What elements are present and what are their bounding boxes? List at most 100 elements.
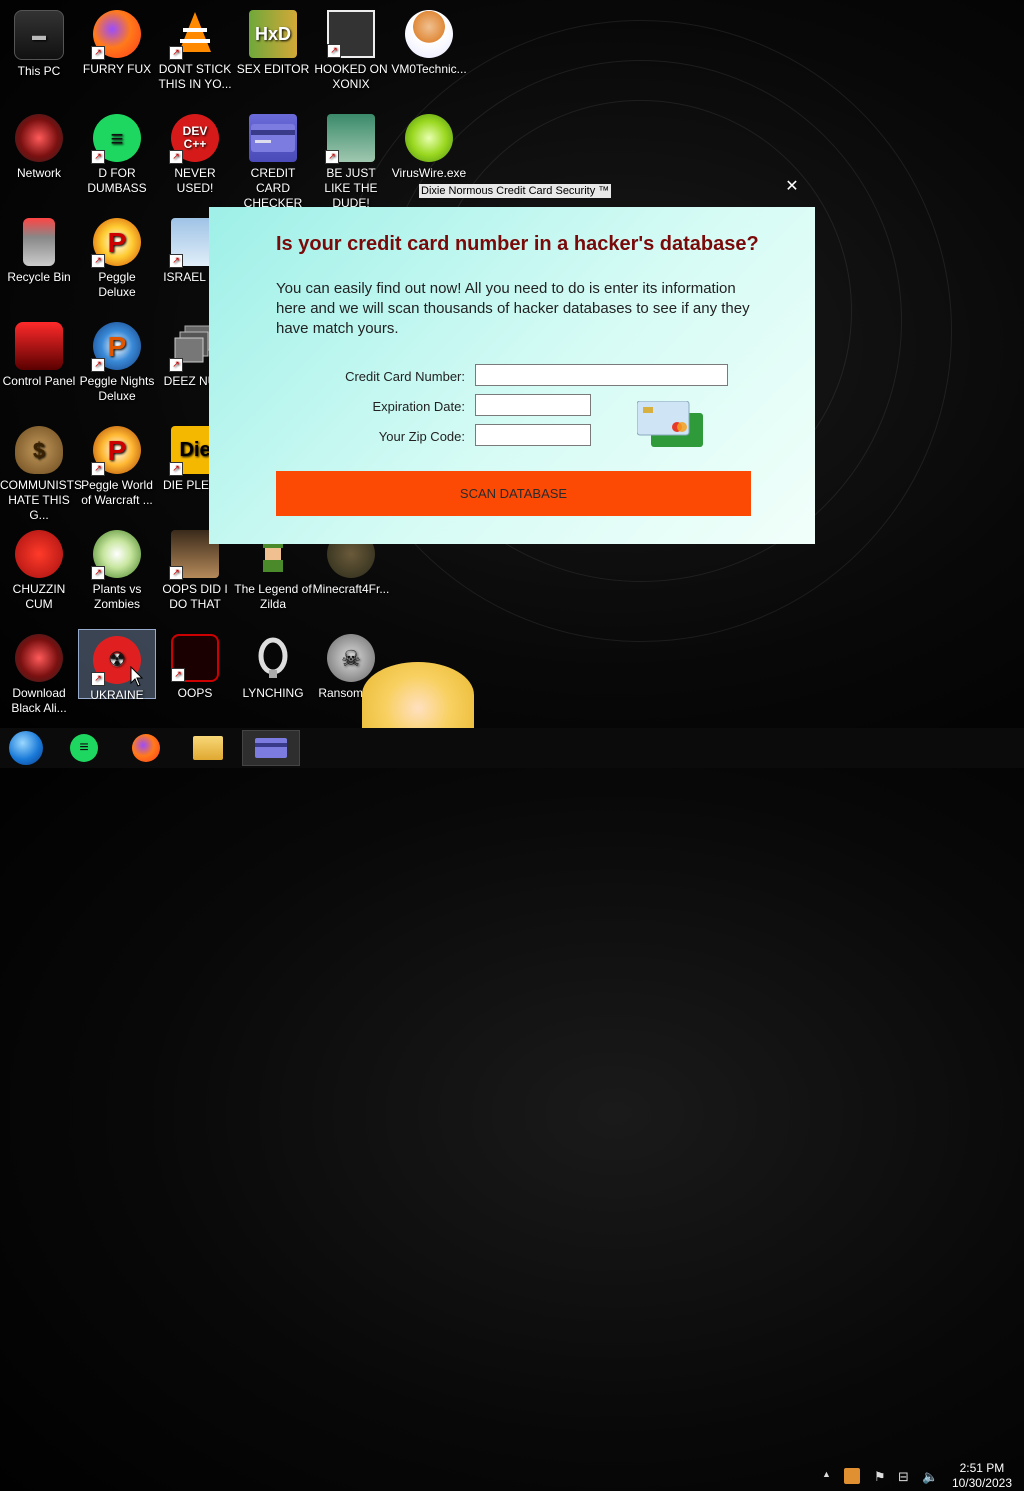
scan-database-button[interactable]: SCAN DATABASE	[276, 471, 751, 516]
firefox-icon[interactable]	[126, 730, 166, 766]
desktop-icon-label: Network	[16, 166, 61, 180]
desktop-icon-this-pc[interactable]: ▬ This PC	[0, 4, 78, 104]
credit-card-security-panel: Is your credit card number in a hacker's…	[209, 207, 815, 544]
desktop-icon-hooked-on-xonix[interactable]: ↗ HOOKED ON XONIX	[312, 4, 390, 104]
chuzzle-icon	[15, 530, 63, 578]
desktop-icon-label: DONT STICK THIS IN YO...	[158, 62, 232, 91]
peggle-nights-icon: P ↗	[91, 322, 141, 372]
control-panel-icon	[15, 322, 63, 370]
intro-text: You can easily find out now! All you nee…	[276, 280, 750, 337]
firefox-icon: ↗	[91, 10, 141, 60]
desktop-icon-peggle-wow[interactable]: P ↗ Peggle World of Warcraft ...	[78, 420, 156, 520]
desktop-icon-label: The Legend of Zilda	[234, 582, 312, 611]
desktop-icon-dont-stick[interactable]: ↗ DONT STICK THIS IN YO...	[156, 4, 234, 104]
clock[interactable]: 2:51 PM 10/30/2023	[952, 1461, 1012, 1491]
credit-cards-icon	[637, 401, 703, 447]
desktop-icon-label: Plants vs Zombies	[92, 582, 142, 611]
volume-icon[interactable]: 🔈	[922, 1469, 938, 1485]
technician-icon	[405, 10, 453, 58]
dude-icon: ↗	[325, 114, 375, 164]
desktop-icon-label: OOPS	[177, 686, 213, 700]
computer-icon: ▬	[14, 10, 64, 60]
desktop-icon-label: Control Panel	[2, 374, 76, 388]
expiration-date-label: Expiration Date:	[372, 399, 466, 414]
desktop-icon-label: COMMUNISTS HATE THIS G...	[0, 478, 82, 522]
start-orb-icon[interactable]	[6, 730, 46, 766]
desktop-icon-credit-card-checker[interactable]: CREDIT CARD CHECKER	[234, 108, 312, 210]
desktop-icon-label: VM0Technic...	[391, 62, 467, 76]
peggle-icon: P ↗	[91, 218, 141, 268]
clock-time: 2:51 PM	[959, 1461, 1005, 1475]
credit-card-icon	[249, 114, 297, 162]
desktop-icon-label: HOOKED ON XONIX	[314, 62, 388, 91]
desktop-icon-label: UKRAINE	[90, 688, 144, 702]
desktop-icon-lynching[interactable]: LYNCHING	[234, 628, 312, 728]
desktop-icon-label: FURRY FUX	[82, 62, 152, 76]
flag-icon[interactable]: ⚑	[874, 1469, 886, 1485]
desktop-icon-label: VirusWire.exe	[391, 166, 467, 180]
taskbar: ≡ ▲ ⚑ ⊟ 🔈 2:51 PM 10/30/2023	[0, 728, 1024, 1490]
desktop-icon-network[interactable]: Network	[0, 108, 78, 208]
credit-card-app-taskbar-button[interactable]	[242, 730, 300, 766]
network-icon[interactable]: ⊟	[898, 1469, 909, 1485]
app-tray-icon[interactable]	[844, 1468, 860, 1484]
desktop-icon-pvz[interactable]: ↗ Plants vs Zombies	[78, 524, 156, 624]
desktop-icon-never-used[interactable]: DEV C++ ↗ NEVER USED!	[156, 108, 234, 208]
desktop-icon-label: Peggle Nights Deluxe	[79, 374, 155, 403]
oops-icon: ↗	[171, 634, 219, 682]
plants-vs-zombies-icon: ↗	[91, 530, 141, 580]
desktop-icon-label: Minecraft4Fr...	[312, 582, 390, 596]
desktop-icon-ukraine[interactable]: ☢ ↗ UKRAINE	[78, 629, 156, 702]
close-icon[interactable]: ✕	[783, 178, 801, 196]
desktop-icon-peggle-nights[interactable]: P ↗ Peggle Nights Deluxe	[78, 316, 156, 416]
limewire-icon	[405, 114, 453, 162]
file-explorer-icon[interactable]	[188, 730, 228, 766]
desktop-icon-label: LYNCHING	[242, 686, 304, 700]
desktop-icon-control-panel[interactable]: Control Panel	[0, 316, 78, 416]
notes-app-icon[interactable]: ≡	[64, 730, 104, 766]
mouse-cursor-icon	[130, 666, 144, 687]
money-bag-icon: $	[15, 426, 63, 474]
credit-card-app-icon	[255, 738, 287, 758]
desktop-icon-label: OOPS DID I DO THAT	[162, 582, 228, 611]
desktop-icon-label: NEVER USED!	[174, 166, 216, 195]
desktop-icon-communists[interactable]: $ COMMUNISTS HATE THIS G...	[0, 420, 82, 522]
cartoon-character-image	[362, 662, 474, 728]
desktop-icon-furry-fux[interactable]: ↗ FURRY FUX	[78, 4, 156, 104]
clock-date: 10/30/2023	[951, 1476, 1012, 1490]
card-number-input[interactable]	[475, 364, 728, 386]
hex-editor-icon: HxD	[249, 10, 297, 58]
desktop-icon-sex-editor[interactable]: HxD SEX EDITOR	[234, 4, 312, 104]
desktop-icon-be-just-like-the-dude[interactable]: ↗ BE JUST LIKE THE DUDE!	[312, 108, 390, 210]
desktop-icon-label: Download Black Ali...	[11, 686, 67, 715]
spotify-icon: ≡ ↗	[91, 114, 141, 164]
desktop-icon-oops[interactable]: ↗ OOPS	[156, 628, 234, 728]
xonix-icon: ↗	[327, 10, 375, 58]
desktop-icon-peggle-deluxe[interactable]: P ↗ Peggle Deluxe	[78, 212, 156, 312]
desktop-icon-label: Peggle World of Warcraft ...	[81, 478, 153, 507]
desktop-icon-chuzzin[interactable]: CHUZZIN CUM	[0, 524, 78, 624]
card-number-label: Credit Card Number:	[345, 369, 465, 384]
desktop-icon-label: CHUZZIN CUM	[12, 582, 66, 611]
alien-icon	[15, 634, 63, 682]
app-window-title[interactable]: Dixie Normous Credit Card Security ™	[419, 184, 612, 198]
tray-overflow-chevron-icon[interactable]: ▲	[822, 1469, 831, 1479]
desktop-icon-label: D FOR DUMBASS	[87, 166, 147, 195]
desktop-icon-download-black[interactable]: Download Black Ali...	[0, 628, 78, 728]
expiration-date-input[interactable]	[475, 394, 591, 416]
peggle-wow-icon: P ↗	[91, 426, 141, 476]
vlc-cone-icon: ↗	[169, 10, 219, 60]
zip-code-label: Your Zip Code:	[378, 429, 465, 444]
desktop-icon-vm0technic[interactable]: VM0Technic...	[390, 4, 468, 104]
noose-icon	[249, 634, 297, 682]
recycle-bin-icon	[23, 218, 55, 266]
desktop-icon-label: Recycle Bin	[7, 270, 71, 284]
page-heading: Is your credit card number in a hacker's…	[276, 233, 759, 255]
desktop-icon-label: Peggle Deluxe	[98, 270, 136, 299]
zip-code-input[interactable]	[475, 424, 591, 446]
network-icon	[15, 114, 63, 162]
desktop-icon-label: This PC	[17, 64, 61, 78]
desktop-icon-d-for-dumbass[interactable]: ≡ ↗ D FOR DUMBASS	[78, 108, 156, 208]
skull-icon: ☠	[327, 634, 375, 682]
desktop-icon-recycle-bin[interactable]: Recycle Bin	[0, 212, 78, 312]
